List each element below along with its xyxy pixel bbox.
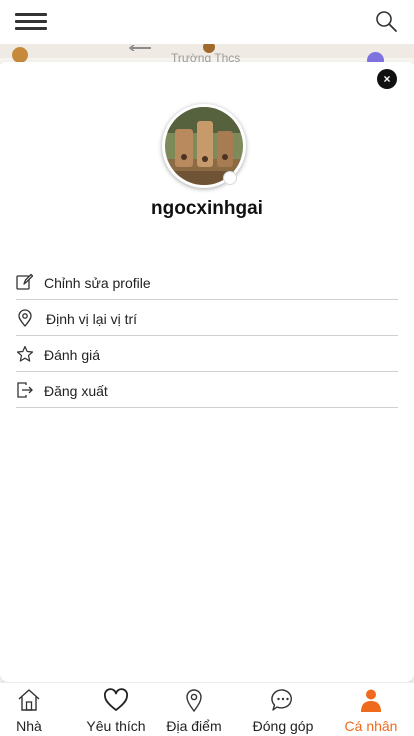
username: ngocxinhgai bbox=[151, 198, 263, 219]
chat-bubble-icon bbox=[271, 689, 292, 711]
nav-label: Cá nhân bbox=[344, 718, 398, 734]
menu-item-relocate[interactable]: Định vị lại vị trí bbox=[16, 300, 398, 336]
bottom-nav: Nhà Yêu thích Địa điểm Đóng góp Cá nhân bbox=[0, 682, 414, 736]
profile-menu: Chỉnh sửa profile Định vị lại vị trí Đán… bbox=[16, 264, 398, 408]
location-pin-icon bbox=[18, 309, 32, 327]
menu-item-label: Đánh giá bbox=[44, 347, 101, 363]
map-background[interactable]: Trường Thcs bbox=[0, 44, 414, 64]
heart-icon bbox=[104, 688, 128, 711]
nav-item-favorites[interactable]: Yêu thích bbox=[70, 683, 162, 736]
star-icon bbox=[16, 345, 34, 362]
nav-label: Địa điểm bbox=[166, 718, 222, 734]
map-poi-marker[interactable] bbox=[12, 47, 28, 63]
menu-item-rate[interactable]: Đánh giá bbox=[16, 336, 398, 372]
nav-item-home[interactable]: Nhà bbox=[0, 683, 58, 736]
map-pin-icon bbox=[186, 689, 202, 713]
home-icon bbox=[18, 689, 40, 711]
nav-label: Yêu thích bbox=[86, 718, 146, 734]
user-icon bbox=[361, 689, 381, 712]
menu-item-edit-profile[interactable]: Chỉnh sửa profile bbox=[16, 264, 398, 300]
nav-label: Nhà bbox=[16, 718, 42, 734]
close-button[interactable]: × bbox=[377, 69, 397, 89]
nav-item-contribute[interactable]: Đóng góp bbox=[244, 683, 322, 736]
menu-item-label: Đăng xuất bbox=[44, 383, 108, 399]
edit-icon bbox=[16, 273, 34, 290]
top-bar bbox=[0, 0, 414, 44]
nav-label: Đóng góp bbox=[252, 718, 314, 734]
nav-item-places[interactable]: Địa điểm bbox=[157, 683, 231, 736]
hamburger-menu-icon[interactable] bbox=[15, 13, 47, 33]
logout-icon bbox=[17, 382, 33, 398]
avatar-edit-badge[interactable] bbox=[223, 171, 237, 185]
menu-item-logout[interactable]: Đăng xuất bbox=[16, 372, 398, 408]
menu-item-label: Định vị lại vị trí bbox=[46, 311, 138, 327]
map-arrow-icon bbox=[128, 45, 151, 51]
nav-item-profile[interactable]: Cá nhân bbox=[336, 683, 406, 736]
menu-item-label: Chỉnh sửa profile bbox=[44, 275, 151, 291]
search-icon[interactable] bbox=[374, 9, 398, 33]
